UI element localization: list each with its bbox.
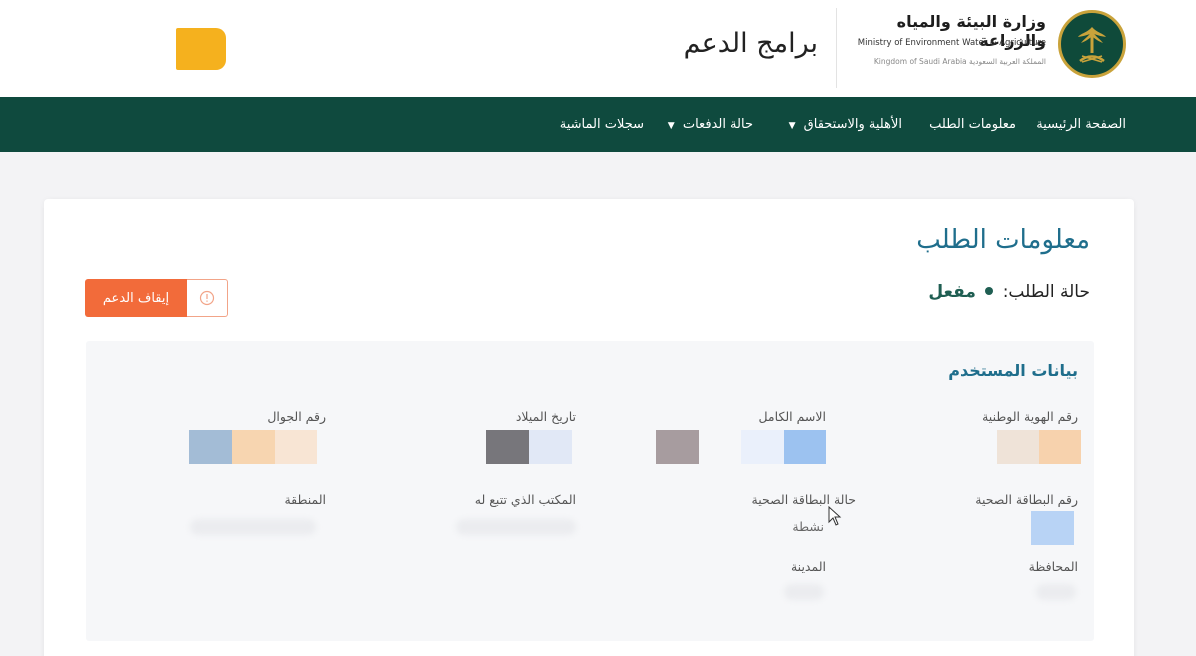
ministry-subtitle: Kingdom of Saudi Arabia المملكة العربية … [873, 57, 1046, 66]
redacted-governorate-value [1036, 584, 1076, 600]
label-health-card-no: رقم البطاقة الصحية [975, 492, 1078, 507]
redacted-name-a [656, 430, 699, 464]
page-title: معلومات الطلب [916, 225, 1090, 255]
redacted-city-value [784, 584, 824, 600]
label-birth-date: تاريخ الميلاد [515, 409, 576, 424]
redacted-health-card-no [1031, 511, 1074, 545]
nav-item-request-info[interactable]: معلومات الطلب [929, 117, 1016, 132]
request-status: حالة الطلب: مفعل [928, 282, 1090, 302]
label-national-id: رقم الهوية الوطنية [982, 409, 1078, 424]
chevron-down-icon: ▼ [788, 121, 796, 131]
label-governorate: المحافظة [1028, 559, 1078, 574]
request-info-card: معلومات الطلب حالة الطلب: مفعل إيقاف الد… [44, 199, 1134, 656]
redacted-name-b [741, 430, 784, 464]
chevron-down-icon: ▼ [667, 121, 675, 131]
stop-support-button[interactable]: إيقاف الدعم [85, 279, 187, 317]
redacted-name-c [784, 430, 826, 464]
redacted-national-id-b [1039, 430, 1081, 464]
nav-item-livestock-records[interactable]: سجلات الماشية [560, 117, 644, 132]
label-region: المنطقة [284, 492, 326, 507]
stop-support-group: إيقاف الدعم [85, 279, 228, 317]
alert-circle-icon [199, 290, 215, 306]
palm-swords-icon [1078, 27, 1106, 63]
redacted-birth-b [529, 430, 572, 464]
redacted-office-value [456, 519, 576, 535]
redacted-mobile-c [275, 430, 317, 464]
label-health-card-status: حالة البطاقة الصحية [751, 492, 856, 507]
nav-item-payments[interactable]: حالة الدفعات ▼ [668, 117, 753, 132]
ministry-name-en: Ministry of Environment Water & Agricult… [857, 38, 1046, 48]
status-label: حالة الطلب: [1002, 282, 1090, 302]
alert-info-button[interactable] [187, 279, 228, 317]
user-data-panel: بيانات المستخدم رقم الهوية الوطنية الاسم… [86, 341, 1094, 641]
status-badge: مفعل [928, 282, 976, 302]
status-dot-icon [985, 287, 994, 295]
redacted-birth-a [486, 430, 529, 464]
mouse-cursor-icon [828, 506, 842, 526]
nav-item-eligibility[interactable]: الأهلية والاستحقاق ▼ [789, 117, 902, 132]
main-navbar: الصفحة الرئيسية معلومات الطلب الأهلية وا… [0, 97, 1196, 152]
label-office: المكتب الذي تتبع له [474, 492, 576, 507]
nav-item-eligibility-label: الأهلية والاستحقاق [803, 117, 902, 132]
nav-item-home[interactable]: الصفحة الرئيسية [1036, 117, 1126, 132]
header-divider [836, 8, 837, 88]
header: برامج الدعم وزارة البيئة والمياه والزراع… [0, 0, 1196, 97]
label-mobile: رقم الجوال [267, 409, 326, 424]
ministry-name-block[interactable]: وزارة البيئة والمياه والزراعة Ministry o… [840, 12, 1050, 82]
health-card-status-value: نشطة [792, 519, 824, 534]
redacted-national-id-a [997, 430, 1039, 464]
redacted-mobile-a [189, 430, 232, 464]
label-full-name: الاسم الكامل [758, 409, 826, 424]
ministry-emblem-icon[interactable] [1058, 10, 1126, 78]
nav-item-payments-label: حالة الدفعات [682, 117, 753, 132]
redacted-region-value [190, 519, 316, 535]
program-logo[interactable] [176, 28, 226, 70]
redacted-mobile-b [232, 430, 275, 464]
section-title-user-data: بيانات المستخدم [948, 361, 1078, 380]
program-title: برامج الدعم [683, 28, 818, 59]
label-city: المدينة [790, 559, 826, 574]
